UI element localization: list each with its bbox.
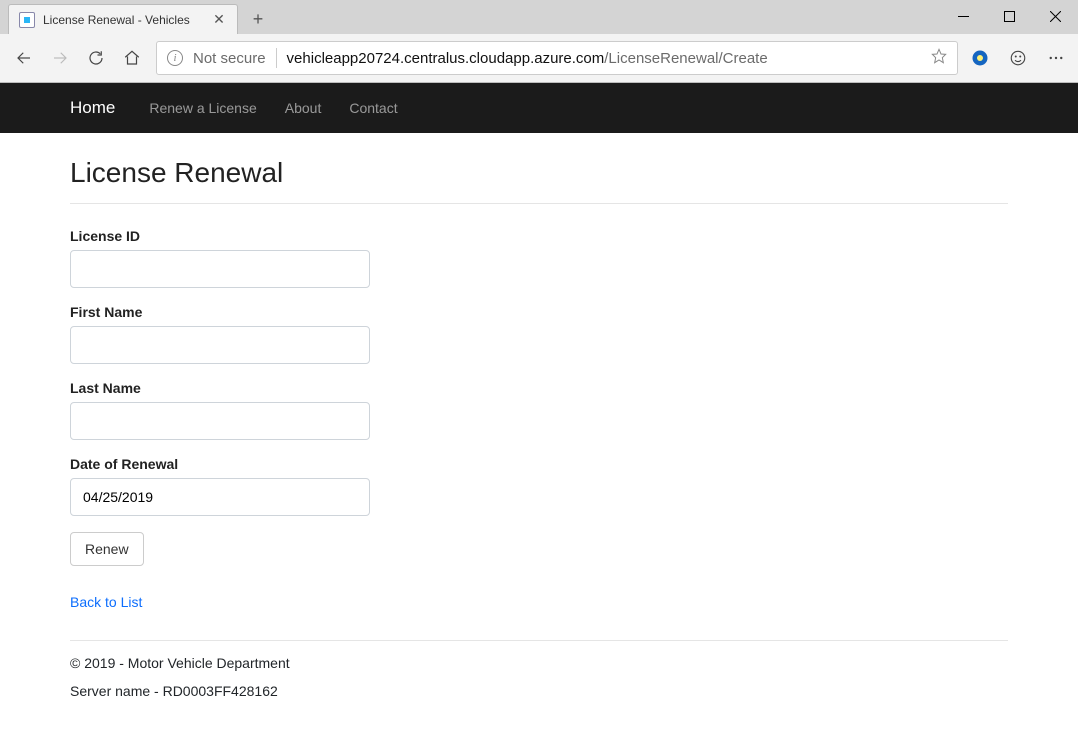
divider xyxy=(70,640,1008,641)
last-name-label: Last Name xyxy=(70,380,370,396)
info-icon: i xyxy=(167,50,183,66)
new-tab-button[interactable]: + xyxy=(242,4,274,34)
refresh-button[interactable] xyxy=(84,46,108,70)
last-name-input[interactable] xyxy=(70,402,370,440)
site-navbar: Home Renew a License About Contact xyxy=(0,83,1078,133)
page-title: License Renewal xyxy=(70,157,1008,189)
license-id-label: License ID xyxy=(70,228,370,244)
back-button[interactable] xyxy=(12,46,36,70)
menu-button[interactable] xyxy=(1046,48,1066,68)
renew-button[interactable]: Renew xyxy=(70,532,144,566)
nav-renew-license[interactable]: Renew a License xyxy=(135,100,270,116)
divider xyxy=(276,48,277,68)
first-name-label: First Name xyxy=(70,304,370,320)
footer-copyright: © 2019 - Motor Vehicle Department xyxy=(70,655,1008,671)
forward-button[interactable] xyxy=(48,46,72,70)
feedback-icon[interactable] xyxy=(1008,48,1028,68)
first-name-input[interactable] xyxy=(70,326,370,364)
footer-server-name: Server name - RD0003FF428162 xyxy=(70,683,1008,699)
license-id-input[interactable] xyxy=(70,250,370,288)
date-of-renewal-label: Date of Renewal xyxy=(70,456,370,472)
close-tab-button[interactable]: ✕ xyxy=(211,12,227,28)
page-favicon-icon xyxy=(19,12,35,28)
home-button[interactable] xyxy=(120,46,144,70)
nav-home[interactable]: Home xyxy=(70,98,135,118)
divider xyxy=(70,203,1008,204)
date-of-renewal-input[interactable] xyxy=(70,478,370,516)
minimize-button[interactable] xyxy=(940,0,986,32)
url-text: vehicleapp20724.centralus.cloudapp.azure… xyxy=(287,50,921,67)
address-bar[interactable]: i Not secure vehicleapp20724.centralus.c… xyxy=(156,41,958,75)
favorite-button[interactable] xyxy=(931,48,947,68)
maximize-button[interactable] xyxy=(986,0,1032,32)
back-to-list-link[interactable]: Back to List xyxy=(70,594,142,610)
nav-contact[interactable]: Contact xyxy=(335,100,411,116)
security-status: Not secure xyxy=(193,50,266,67)
nav-about[interactable]: About xyxy=(271,100,336,116)
close-window-button[interactable] xyxy=(1032,0,1078,32)
browser-tab[interactable]: License Renewal - Vehicles ✕ xyxy=(8,4,238,34)
extension-icon[interactable] xyxy=(970,48,990,68)
tab-title: License Renewal - Vehicles xyxy=(43,13,203,27)
